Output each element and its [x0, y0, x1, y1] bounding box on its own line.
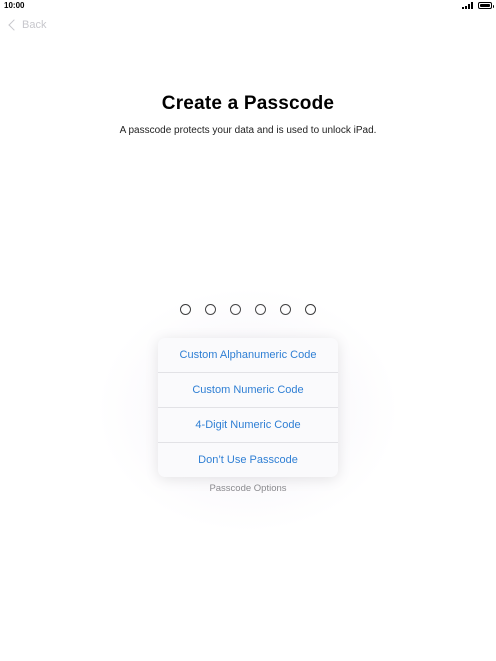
status-bar: 10:00	[0, 0, 496, 12]
page-title: Create a Passcode	[161, 93, 335, 114]
status-time: 10:00	[4, 1, 25, 10]
back-button-label: Back	[22, 19, 47, 31]
option-dont-use-passcode[interactable]: Don’t Use Passcode	[158, 443, 338, 477]
battery-level	[480, 4, 490, 7]
page-subtitle: A passcode protects your data and is use…	[119, 125, 377, 136]
option-custom-alphanumeric-code[interactable]: Custom Alphanumeric Code	[158, 338, 338, 373]
option-4-digit-numeric-code[interactable]: 4-Digit Numeric Code	[158, 408, 338, 443]
passcode-options-menu: Custom Alphanumeric Code Custom Numeric …	[158, 338, 338, 477]
chevron-left-icon	[8, 19, 20, 31]
status-indicators	[462, 2, 494, 9]
passcode-options-caption[interactable]: Passcode Options	[0, 483, 496, 494]
option-custom-numeric-code[interactable]: Custom Numeric Code	[158, 373, 338, 408]
battery-full-icon	[478, 2, 494, 9]
signal-bars-icon	[462, 2, 473, 9]
back-button[interactable]: Back	[7, 19, 46, 31]
